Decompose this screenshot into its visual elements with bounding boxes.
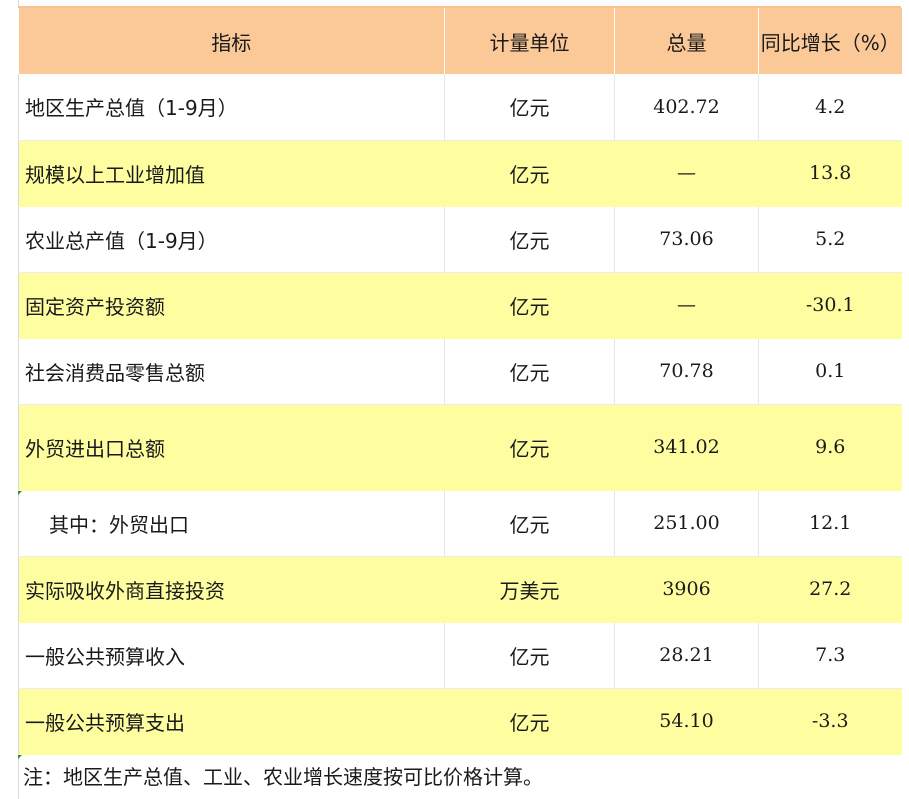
growth-cell: 13.8 (758, 140, 902, 207)
total-cell: 54.10 (614, 688, 759, 755)
table-row: 农业总产值（1-9月） 亿元 73.06 5.2 (18, 206, 902, 273)
indicator-cell: 实际吸收外商直接投资 (18, 556, 445, 623)
growth-cell: 9.6 (758, 404, 902, 491)
unit-cell: 亿元 (444, 404, 615, 491)
table-row: 固定资产投资额 亿元 — -30.1 (18, 272, 902, 339)
table-header-row: 指标 计量单位 总量 同比增长（%） (18, 8, 902, 74)
table-row: 实际吸收外商直接投资 万美元 3906 27.2 (18, 556, 902, 623)
growth-cell: -30.1 (758, 272, 902, 339)
table-row: 一般公共预算收入 亿元 28.21 7.3 (18, 622, 902, 689)
total-cell: 341.02 (614, 404, 759, 491)
indicator-cell: 农业总产值（1-9月） (18, 206, 445, 273)
header-indicator: 指标 (18, 8, 445, 74)
table-row: 规模以上工业增加值 亿元 —13.8 (18, 140, 902, 207)
growth-cell: 5.2 (758, 206, 902, 273)
indicator-cell: 地区生产总值（1-9月） (18, 74, 445, 141)
table-row: 外贸进出口总额 亿元 341.02 9.6 (18, 404, 902, 491)
unit-cell: 亿元 (444, 622, 615, 689)
indicator-cell: 一般公共预算收入 (18, 622, 445, 689)
unit-cell: 亿元 (444, 74, 615, 141)
indicator-cell: 一般公共预算支出 (18, 688, 445, 755)
total-cell: 28.21 (614, 622, 759, 689)
growth-cell: 7.3 (758, 622, 902, 689)
header-growth: 同比增长（%） (758, 8, 902, 74)
stats-table-container: 指标 计量单位 总量 同比增长（%） 地区生产总值（1-9月） 亿元 402.72 4… (18, 0, 902, 799)
growth-cell: 27.2 (758, 556, 902, 623)
unit-cell: 亿元 (444, 140, 615, 207)
header-total: 总量 (614, 8, 759, 74)
indicator-cell: 外贸进出口总额 (18, 404, 445, 491)
indicator-cell: 规模以上工业增加值 (18, 140, 445, 207)
table-row: 一般公共预算支出 亿元 54.10 -3.3 (18, 688, 902, 755)
total-cell: 3906 (614, 556, 759, 623)
growth-cell: -3.3 (758, 688, 902, 755)
growth-cell: 12.1 (758, 490, 902, 557)
footnote: 注：地区生产总值、工业、农业增长速度按可比价格计算。 (18, 754, 901, 799)
table-row: 其中：外贸出口 亿元 251.00 12.1 (18, 490, 902, 557)
indicator-cell: 固定资产投资额 (18, 272, 445, 339)
header-unit: 计量单位 (444, 8, 615, 74)
total-cell: 73.06 (614, 206, 759, 273)
total-cell: 402.72 (614, 74, 759, 141)
total-cell: 70.78 (614, 338, 759, 405)
unit-cell: 亿元 (444, 490, 615, 557)
growth-cell: 0.1 (758, 338, 902, 405)
economic-indicators-table: 指标 计量单位 总量 同比增长（%） 地区生产总值（1-9月） 亿元 402.72 4… (18, 8, 902, 755)
unit-cell: 亿元 (444, 338, 615, 405)
unit-cell: 亿元 (444, 206, 615, 273)
table-row: 社会消费品零售总额 亿元 70.78 0.1 (18, 338, 902, 405)
unit-cell: 亿元 (444, 688, 615, 755)
total-cell: — (614, 140, 759, 207)
total-cell: — (614, 272, 759, 339)
footnote-text: 注：地区生产总值、工业、农业增长速度按可比价格计算。 (23, 764, 543, 789)
cell-marker-icon (18, 754, 22, 759)
total-cell: 251.00 (614, 490, 759, 557)
unit-cell: 万美元 (444, 556, 615, 623)
indicator-cell: 其中：外贸出口 (18, 490, 445, 557)
cell-marker-icon (18, 490, 22, 495)
table-row: 地区生产总值（1-9月） 亿元 402.72 4.2 (18, 74, 902, 141)
growth-cell: 4.2 (758, 74, 902, 141)
indicator-cell: 社会消费品零售总额 (18, 338, 445, 405)
unit-cell: 亿元 (444, 272, 615, 339)
